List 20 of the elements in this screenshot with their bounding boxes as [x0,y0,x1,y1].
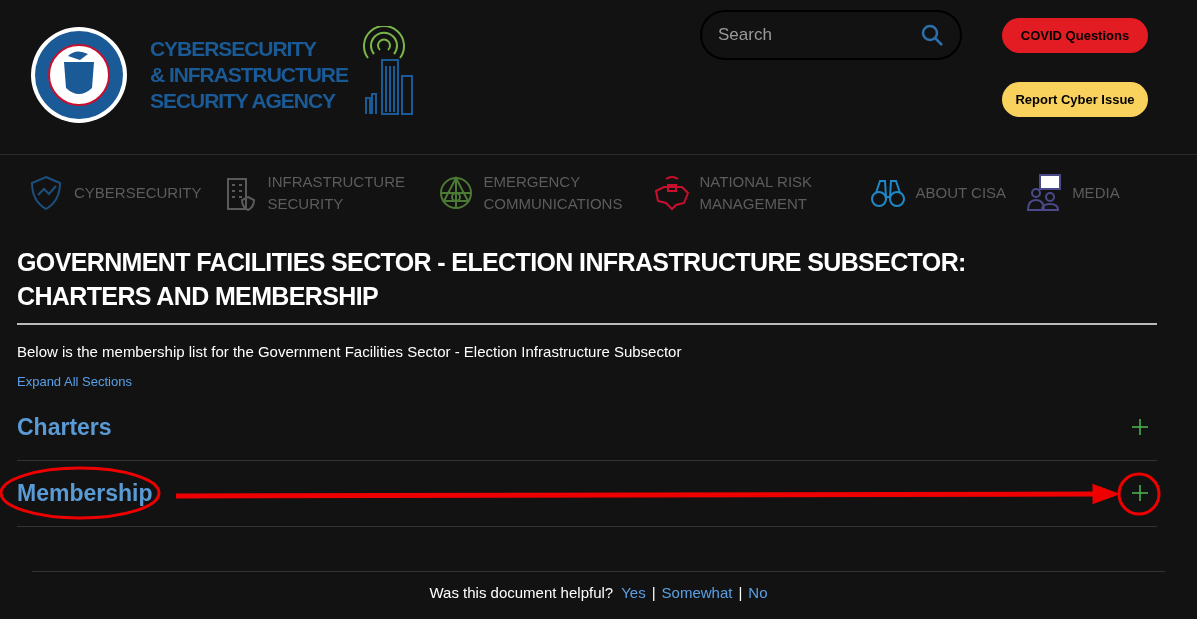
expand-all-link[interactable]: Expand All Sections [17,371,132,391]
agency-name: CYBERSECURITY [150,36,318,62]
header-button[interactable]: COVID Questions [1002,18,1148,53]
plus-icon[interactable] [1132,485,1148,501]
page-title: GOVERNMENT FACILITIES SECTOR - ELECTION INFRASTRUCTURE SUBSECTOR: CHARTERS AND MEMBERSHIP [17,247,967,312]
search-field[interactable]: Search [700,10,962,60]
agency-name: & INFRASTRUCTURE [150,62,348,88]
feedback-link[interactable]: No [748,581,768,604]
agency-seal-icon [30,26,128,124]
header-button[interactable]: Report Cyber Issue [1002,82,1148,117]
feedback-link[interactable]: Yes [621,581,646,604]
separator: | [738,582,743,603]
agency-name: SECURITY AGENCY [150,88,337,114]
intro-text: Below is the membership list for the Government Facilities Sector - Election Infrastructure Subsector [17,342,683,362]
feedback-question: Was this document helpful? [429,582,614,603]
section-heading[interactable]: Charters [17,409,112,445]
plus-icon[interactable] [1132,419,1148,435]
separator: | [651,582,656,603]
feedback-link[interactable]: Somewhat [661,581,733,604]
search-icon[interactable] [920,23,944,47]
